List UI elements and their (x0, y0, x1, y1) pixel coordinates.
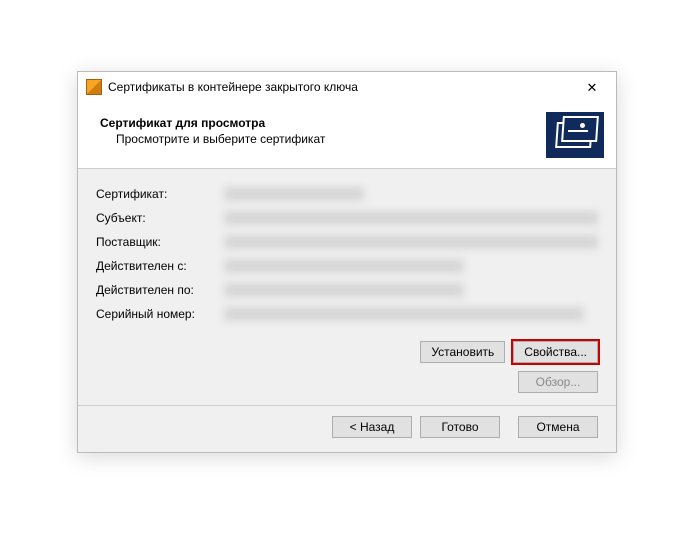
valid-to-row: Действителен по: (96, 281, 598, 299)
certificate-banner-icon (546, 112, 604, 158)
page-subtitle: Просмотрите и выберите сертификат (100, 132, 325, 146)
valid-to-value (224, 283, 464, 297)
app-icon (86, 79, 102, 95)
issuer-value (224, 235, 598, 249)
subject-label: Субъект: (96, 211, 224, 225)
page-title: Сертификат для просмотра (100, 116, 325, 130)
properties-button[interactable]: Свойства... (513, 341, 598, 363)
wizard-footer: < Назад Готово Отмена (78, 406, 616, 452)
certificate-wizard-dialog: Сертификаты в контейнере закрытого ключа… (77, 71, 617, 453)
certificate-name-row: Сертификат: (96, 185, 598, 203)
titlebar: Сертификаты в контейнере закрытого ключа… (78, 72, 616, 102)
valid-from-row: Действителен с: (96, 257, 598, 275)
body-panel: Сертификат: Субъект: Поставщик: Действит… (78, 169, 616, 406)
subject-row: Субъект: (96, 209, 598, 227)
serial-label: Серийный номер: (96, 307, 224, 321)
valid-from-label: Действителен с: (96, 259, 224, 273)
serial-value (224, 307, 584, 321)
back-button[interactable]: < Назад (332, 416, 412, 438)
finish-button[interactable]: Готово (420, 416, 500, 438)
window-title: Сертификаты в контейнере закрытого ключа (108, 80, 358, 94)
certificate-name-label: Сертификат: (96, 187, 224, 201)
valid-from-value (224, 259, 464, 273)
header-panel: Сертификат для просмотра Просмотрите и в… (78, 102, 616, 169)
issuer-row: Поставщик: (96, 233, 598, 251)
certificate-name-value (224, 187, 364, 201)
browse-button: Обзор... (518, 371, 598, 393)
subject-value (224, 211, 598, 225)
valid-to-label: Действителен по: (96, 283, 224, 297)
close-icon: ✕ (587, 81, 598, 94)
close-button[interactable]: ✕ (572, 74, 612, 100)
issuer-label: Поставщик: (96, 235, 224, 249)
cancel-button[interactable]: Отмена (518, 416, 598, 438)
install-button[interactable]: Установить (420, 341, 505, 363)
serial-row: Серийный номер: (96, 305, 598, 323)
